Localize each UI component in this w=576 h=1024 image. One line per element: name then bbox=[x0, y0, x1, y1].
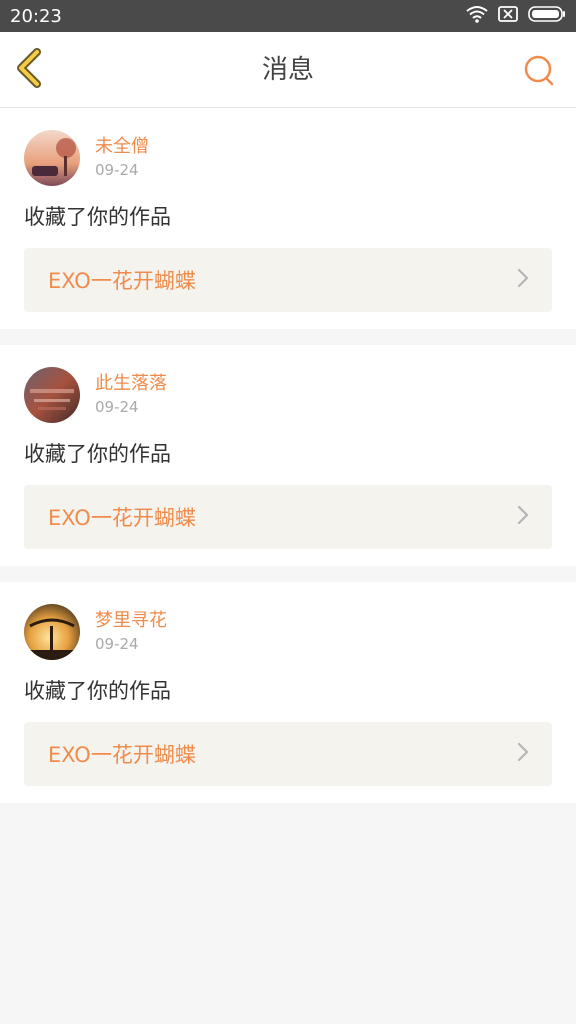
username[interactable]: 梦里寻花 bbox=[95, 609, 167, 633]
user-row: 梦里寻花 09-24 bbox=[24, 604, 552, 660]
notification-date: 09-24 bbox=[95, 635, 139, 653]
work-title: EXO一花开蝴蝶 bbox=[48, 743, 196, 767]
status-time: 20:23 bbox=[10, 5, 62, 27]
avatar[interactable] bbox=[24, 367, 80, 423]
action-text: 收藏了你的作品 bbox=[24, 679, 171, 703]
work-title: EXO一花开蝴蝶 bbox=[48, 506, 196, 530]
action-text: 收藏了你的作品 bbox=[24, 442, 171, 466]
search-button[interactable] bbox=[522, 54, 556, 88]
work-link[interactable]: EXO一花开蝴蝶 bbox=[24, 248, 552, 312]
battery-icon bbox=[528, 5, 566, 27]
status-bar: 20:23 bbox=[0, 0, 576, 32]
notification-date: 09-24 bbox=[95, 161, 139, 179]
work-link[interactable]: EXO一花开蝴蝶 bbox=[24, 485, 552, 549]
chevron-right-icon bbox=[516, 741, 530, 767]
wifi-icon bbox=[466, 5, 488, 28]
sim-disabled-icon bbox=[498, 5, 518, 27]
chevron-right-icon bbox=[516, 504, 530, 530]
avatar[interactable] bbox=[24, 604, 80, 660]
page-title: 消息 bbox=[261, 55, 314, 85]
avatar[interactable] bbox=[24, 130, 80, 186]
username[interactable]: 未全僧 bbox=[95, 135, 149, 159]
notification-date: 09-24 bbox=[95, 398, 139, 416]
divider bbox=[0, 329, 576, 345]
search-icon bbox=[522, 55, 556, 92]
work-title: EXO一花开蝴蝶 bbox=[48, 269, 196, 293]
header: 消息 bbox=[0, 32, 576, 108]
divider bbox=[0, 566, 576, 582]
notification-card: 未全僧 09-24 收藏了你的作品 EXO一花开蝴蝶 bbox=[0, 108, 576, 329]
status-icons bbox=[466, 5, 566, 28]
notification-card: 梦里寻花 09-24 收藏了你的作品 EXO一花开蝴蝶 bbox=[0, 582, 576, 803]
user-meta: 未全僧 09-24 bbox=[95, 135, 149, 181]
user-row: 未全僧 09-24 bbox=[24, 130, 552, 186]
user-meta: 梦里寻花 09-24 bbox=[95, 609, 167, 655]
user-meta: 此生落落 09-24 bbox=[95, 372, 167, 418]
chevron-right-icon bbox=[516, 267, 530, 293]
notification-card: 此生落落 09-24 收藏了你的作品 EXO一花开蝴蝶 bbox=[0, 345, 576, 566]
action-text: 收藏了你的作品 bbox=[24, 205, 171, 229]
username[interactable]: 此生落落 bbox=[95, 372, 167, 396]
user-row: 此生落落 09-24 bbox=[24, 367, 552, 423]
work-link[interactable]: EXO一花开蝴蝶 bbox=[24, 722, 552, 786]
